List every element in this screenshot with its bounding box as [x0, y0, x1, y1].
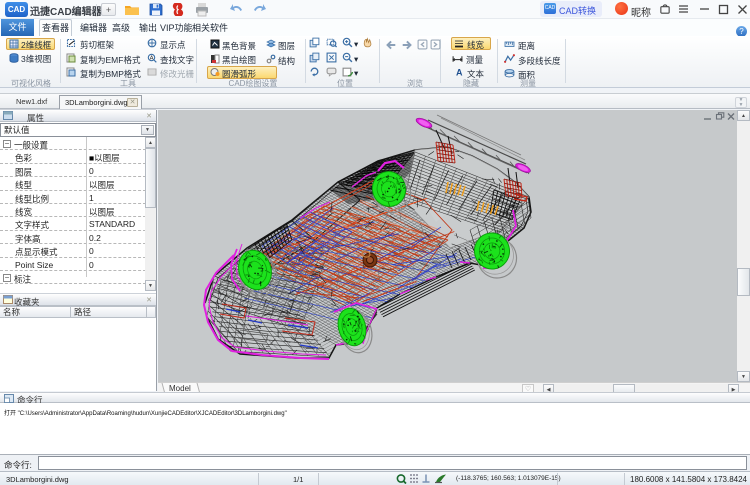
svg-text:A: A — [456, 68, 463, 78]
svg-text:A: A — [150, 55, 154, 61]
